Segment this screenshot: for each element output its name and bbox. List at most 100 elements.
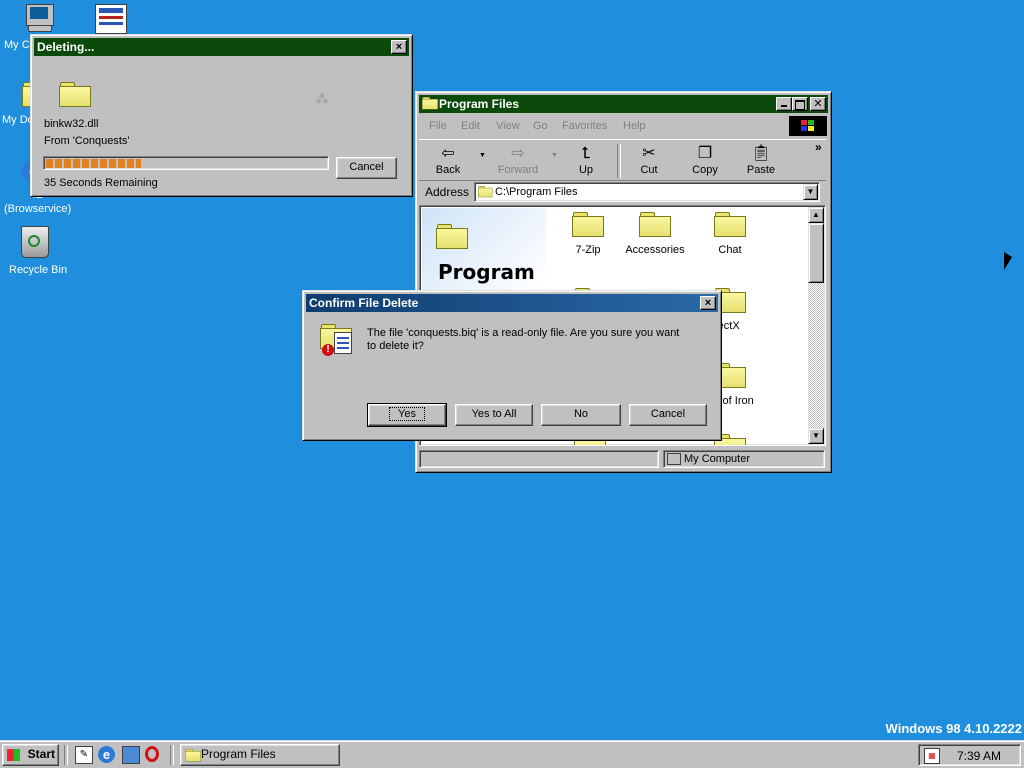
progress-fill bbox=[46, 159, 141, 168]
quicklaunch-desktop-icon[interactable]: ✎ bbox=[75, 746, 93, 764]
menu-go[interactable]: Go bbox=[533, 120, 548, 132]
windows-flag-icon bbox=[7, 749, 20, 761]
quicklaunch-opera-icon[interactable] bbox=[145, 746, 159, 762]
back-label: Back bbox=[435, 164, 461, 176]
cancel-button[interactable]: Cancel bbox=[336, 157, 397, 179]
system-tray: ▦ 7:39 AM bbox=[918, 744, 1021, 766]
yes-to-all-button[interactable]: Yes to All bbox=[455, 404, 533, 426]
taskbar-separator bbox=[170, 745, 174, 765]
copy-label: Copy bbox=[692, 164, 718, 176]
scheduler-icon[interactable]: ▦ bbox=[924, 748, 940, 764]
windows-version-text: Windows 98 4.10.2222 bbox=[885, 721, 1022, 736]
deleting-dialog: Deleting... × ⁂ binkw32.dll From 'Conque… bbox=[30, 34, 413, 197]
minimize-button[interactable] bbox=[776, 97, 792, 111]
folder-icon bbox=[59, 82, 91, 107]
menu-bar: File Edit View Go Favorites Help bbox=[419, 114, 827, 138]
up-label: Up bbox=[578, 164, 594, 176]
folder-icon bbox=[478, 186, 493, 198]
cancel-button[interactable]: Cancel bbox=[629, 404, 707, 426]
taskbar: Start ✎ e Program Files ▦ 7:39 AM bbox=[0, 740, 1024, 768]
menu-view[interactable]: View bbox=[496, 120, 520, 132]
menu-file[interactable]: File bbox=[429, 120, 447, 132]
close-button[interactable]: ✕ bbox=[810, 97, 826, 111]
deleting-remaining: 35 Seconds Remaining bbox=[44, 177, 158, 189]
maximize-button[interactable] bbox=[792, 97, 808, 111]
deleting-from: From 'Conquests' bbox=[44, 135, 130, 147]
up-folder-icon: ⮤ bbox=[581, 145, 591, 162]
desktop-icon-label: Recycle Bin bbox=[9, 264, 68, 276]
taskbar-task-program-files[interactable]: Program Files bbox=[180, 744, 340, 766]
status-zone-label: My Computer bbox=[684, 453, 751, 465]
deleting-file-name: binkw32.dll bbox=[44, 118, 99, 130]
scroll-thumb[interactable] bbox=[808, 223, 824, 283]
desktop-icon-label: My Do bbox=[2, 114, 34, 126]
close-button[interactable]: × bbox=[391, 40, 407, 54]
deleting-titlebar[interactable]: Deleting... × bbox=[34, 38, 409, 56]
windows-logo-icon bbox=[789, 116, 827, 136]
copy-icon: ❐ bbox=[697, 145, 713, 162]
confirm-delete-dialog: Confirm File Delete × ! The file 'conque… bbox=[302, 290, 722, 441]
folder-icon bbox=[422, 97, 438, 110]
folder-item[interactable]: 7-Zip bbox=[558, 210, 618, 260]
clock[interactable]: 7:39 AM bbox=[957, 749, 1001, 763]
forward-button[interactable]: ⇨ Forward bbox=[491, 140, 545, 176]
vertical-scrollbar[interactable]: ▲ ▼ bbox=[808, 207, 824, 444]
up-button[interactable]: ⮤ Up bbox=[559, 140, 613, 176]
paste-button[interactable]: 📋︎ Paste bbox=[734, 140, 788, 176]
folder-item[interactable]: Accessories bbox=[620, 210, 690, 260]
progress-bar bbox=[43, 156, 329, 170]
status-pane-main bbox=[419, 450, 659, 468]
paste-icon: 📋︎ bbox=[750, 145, 772, 162]
quicklaunch-channels-icon[interactable] bbox=[122, 746, 140, 764]
confirm-titlebar[interactable]: Confirm File Delete × bbox=[306, 294, 718, 312]
folder-label: Chat bbox=[718, 244, 742, 256]
address-dropdown-button[interactable]: ▼ bbox=[803, 184, 818, 200]
scroll-up-button[interactable]: ▲ bbox=[808, 207, 824, 223]
cut-button[interactable]: ✂ Cut bbox=[622, 140, 676, 176]
folder-icon bbox=[714, 212, 746, 237]
menu-edit[interactable]: Edit bbox=[461, 120, 480, 132]
yes-button[interactable]: Yes bbox=[367, 403, 447, 427]
shortcut-app-icon bbox=[95, 4, 127, 34]
menu-favorites[interactable]: Favorites bbox=[562, 120, 607, 132]
menu-help[interactable]: Help bbox=[623, 120, 646, 132]
task-label: Program Files bbox=[201, 747, 276, 761]
computer-icon bbox=[26, 4, 54, 26]
folder-icon bbox=[639, 212, 671, 237]
explorer-titlebar[interactable]: Program Files ✕ bbox=[419, 95, 828, 113]
address-bar: Address C:\Program Files ▼ bbox=[419, 181, 826, 203]
back-arrow-icon: ⇦ bbox=[441, 145, 455, 162]
back-dropdown-icon[interactable]: ▼ bbox=[479, 152, 486, 159]
yes-label: Yes bbox=[389, 407, 425, 421]
scissors-icon: ✂ bbox=[642, 145, 656, 162]
desktop-icon-shortcut[interactable] bbox=[95, 4, 129, 34]
forward-dropdown-icon[interactable]: ▼ bbox=[551, 152, 558, 159]
copy-button[interactable]: ❐ Copy bbox=[678, 140, 732, 176]
computer-icon bbox=[667, 453, 681, 465]
folder-item[interactable]: Chat bbox=[700, 210, 760, 260]
forward-label: Forward bbox=[497, 164, 539, 176]
back-button[interactable]: ⇦ Back bbox=[421, 140, 475, 176]
forward-arrow-icon: ⇨ bbox=[511, 145, 525, 162]
quicklaunch-ie-icon[interactable]: e bbox=[98, 746, 115, 763]
close-button[interactable]: × bbox=[700, 296, 716, 310]
address-field[interactable]: C:\Program Files ▼ bbox=[474, 182, 820, 202]
folder-icon bbox=[436, 224, 468, 249]
desktop-icon-label: My C bbox=[4, 39, 30, 51]
status-pane-zone: My Computer bbox=[663, 450, 825, 468]
folder-label: Accessories bbox=[625, 244, 685, 256]
toolbar-more-icon[interactable]: » bbox=[815, 140, 822, 154]
address-label: Address bbox=[425, 185, 470, 199]
taskbar-separator bbox=[64, 745, 68, 765]
folder-icon bbox=[185, 749, 201, 762]
folder-label: 7-Zip bbox=[575, 244, 601, 256]
no-button[interactable]: No bbox=[541, 404, 621, 426]
cut-label: Cut bbox=[640, 164, 658, 176]
confirm-title: Confirm File Delete bbox=[309, 296, 419, 310]
confirm-message: The file 'conquests.biq' is a read-only … bbox=[367, 327, 680, 352]
desktop-icon-recycle-bin[interactable]: Recycle Bin bbox=[4, 226, 70, 281]
folder-icon bbox=[572, 212, 604, 237]
status-bar: My Computer bbox=[419, 449, 826, 469]
scroll-down-button[interactable]: ▼ bbox=[808, 428, 824, 444]
start-button[interactable]: Start bbox=[2, 744, 59, 766]
